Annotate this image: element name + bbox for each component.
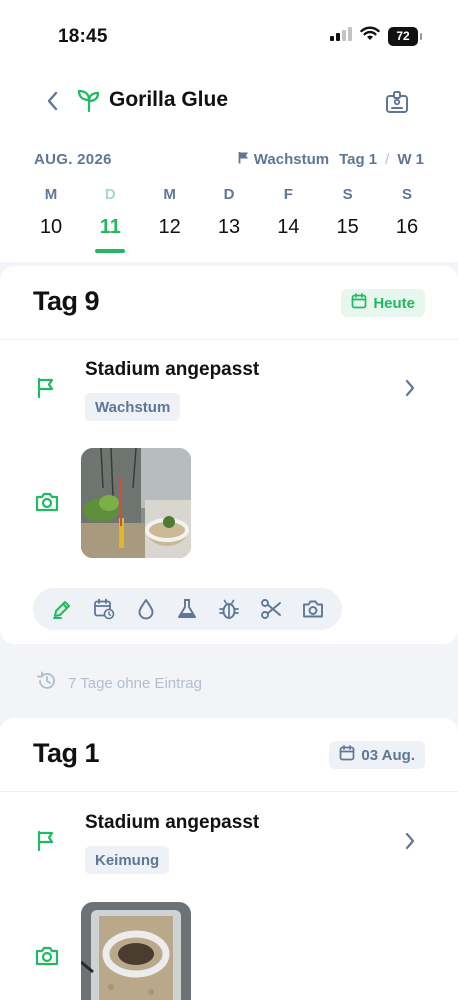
weekday-label: S [401, 186, 412, 203]
calendar-repeat-icon[interactable] [88, 593, 120, 625]
signal-icon [330, 26, 352, 46]
gap-notice-label: 7 Tage ohne Eintrag [68, 674, 202, 692]
day-number: 16 [395, 216, 419, 238]
day-number: 14 [277, 216, 300, 238]
day-cell[interactable]: M 12 [141, 186, 199, 253]
day-card: Tag 9 Heute Stadium angepasst Wachstum [0, 266, 458, 644]
history-icon [36, 670, 58, 696]
wifi-icon [360, 26, 380, 46]
day-title: Tag 9 [33, 286, 100, 316]
day-cell-selected[interactable]: D 11 [81, 186, 139, 253]
back-chevron-icon[interactable] [44, 90, 62, 117]
today-label: Heute [373, 294, 415, 312]
chevron-right-icon[interactable] [402, 831, 418, 856]
calendar-icon [351, 293, 367, 313]
gap-notice: 7 Tage ohne Eintrag [36, 670, 202, 696]
weekday-label: M [163, 186, 176, 203]
week-strip: M 10 D 11 M 12 D 13 F 14 S 15 S 16 [22, 186, 436, 253]
date-badge[interactable]: 03 Aug. [329, 741, 425, 769]
camera-icon [34, 490, 60, 519]
weekday-label: S [342, 186, 353, 203]
plant-photo[interactable] [81, 902, 191, 1000]
today-badge[interactable]: Heute [341, 289, 425, 317]
day-cell[interactable]: M 10 [22, 186, 80, 253]
day-number: 10 [39, 216, 63, 238]
day-cell[interactable]: F 14 [259, 186, 317, 253]
status-icons: 72 [330, 26, 422, 46]
flag-icon [34, 829, 58, 858]
day-number: 11 [99, 216, 121, 238]
flask-icon[interactable] [171, 593, 203, 625]
header: Gorilla Glue [0, 82, 458, 122]
weekday-label: F [283, 186, 293, 203]
date-label: 03 Aug. [361, 746, 415, 764]
stage-tag: Wachstum [85, 393, 181, 421]
quick-actions-bar [33, 588, 342, 630]
plant-photo[interactable] [81, 448, 191, 558]
sprout-icon [76, 88, 102, 119]
weekday-label: D [104, 186, 116, 203]
water-drop-icon[interactable] [130, 593, 162, 625]
camera-add-icon[interactable] [297, 593, 329, 625]
weekday-label: M [44, 186, 58, 203]
weekday-label: D [223, 186, 235, 203]
day-number: 15 [336, 216, 359, 238]
calendar-icon [339, 745, 355, 765]
day-title: Tag 1 [33, 738, 100, 768]
entry-title[interactable]: Stadium angepasst [85, 359, 259, 381]
day-counter: Tag 1 [339, 151, 378, 168]
camera-icon [34, 944, 60, 973]
phase-label: Wachstum [253, 151, 330, 168]
edit-icon[interactable] [46, 593, 78, 625]
selected-underline [95, 249, 126, 253]
flag-icon [34, 376, 58, 405]
entry-title[interactable]: Stadium angepasst [85, 812, 259, 834]
day-card-header: Tag 9 Heute [0, 266, 458, 340]
chevron-right-icon[interactable] [402, 378, 418, 403]
week-counter: W 1 [397, 151, 424, 168]
day-cell[interactable]: S 15 [319, 186, 377, 253]
flag-icon [238, 151, 250, 168]
page-title: Gorilla Glue [109, 88, 229, 111]
phase-indicator[interactable]: Wachstum Tag 1 / W 1 [238, 151, 424, 168]
id-card-icon[interactable] [384, 90, 410, 121]
status-time: 18:45 [58, 26, 108, 47]
day-cell[interactable]: S 16 [378, 186, 436, 253]
day-card-header: Tag 1 03 Aug. [0, 718, 458, 792]
day-number: 12 [158, 216, 181, 238]
bug-icon[interactable] [213, 593, 245, 625]
day-number: 13 [217, 216, 241, 238]
scissors-icon[interactable] [255, 593, 287, 625]
day-card: Tag 1 03 Aug. Stadium angepasst Keimung [0, 718, 458, 1000]
separator: / [385, 151, 390, 168]
stage-tag: Keimung [85, 846, 170, 874]
battery-indicator: 72 [388, 26, 422, 46]
month-label[interactable]: AUG. 2026 [34, 151, 112, 168]
top-header-area: 18:45 72 Gorilla Glue AUG. 2026 Wachstum… [0, 0, 458, 262]
day-cell[interactable]: D 13 [200, 186, 258, 253]
